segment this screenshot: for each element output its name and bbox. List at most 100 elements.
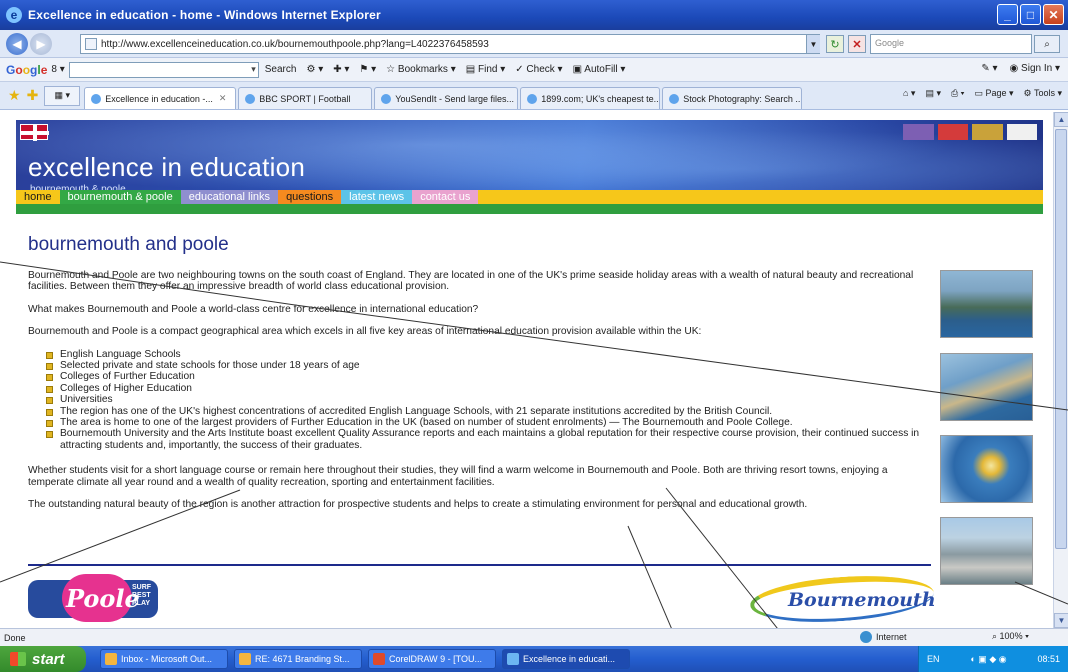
find-button[interactable]: ▤ Find ▾: [466, 64, 506, 75]
tab-favicon: [669, 93, 680, 104]
main-content: Bournemouth and Poole are two neighbouri…: [28, 270, 928, 522]
search-input[interactable]: Google: [870, 34, 1032, 54]
minimize-button[interactable]: _: [997, 4, 1018, 25]
list-item: English Language Schools: [46, 349, 928, 360]
quick-tabs-button[interactable]: ▦ ▾: [44, 85, 81, 106]
windows-logo-icon: [10, 652, 26, 666]
google-toolbar: Google 8 ▾ Search ⚙ ▾ ✚ ▾ ⚑ ▾ ☆ Bookmark…: [0, 58, 1068, 82]
site-nav: home bournemouth & poole educational lin…: [16, 190, 1043, 204]
vertical-scrollbar[interactable]: ▲ ▼: [1053, 112, 1068, 628]
areas-paragraph: Bournemouth and Poole is a compact geogr…: [28, 326, 702, 338]
tab-1899[interactable]: 1899.com; UK's cheapest te...: [520, 87, 661, 109]
add-favorites-icon[interactable]: ✚: [27, 87, 39, 104]
nav-bournemouth-poole[interactable]: bournemouth & poole: [59, 190, 181, 204]
autofill-button[interactable]: ▣ AutoFill ▾: [573, 64, 626, 75]
task-outlook[interactable]: Inbox - Microsoft Out...: [100, 649, 228, 669]
list-item: Colleges of Further Education: [46, 371, 928, 382]
task-coreldraw[interactable]: CorelDRAW 9 - [TOU...: [368, 649, 496, 669]
bournemouth-logo[interactable]: Bournemouth: [748, 570, 936, 628]
security-zone[interactable]: Internet: [860, 631, 907, 643]
home-icon[interactable]: ⌂ ▾: [903, 88, 915, 99]
close-button[interactable]: ✕: [1043, 4, 1064, 25]
tray-icons[interactable]: ◐ ▣ ◆ ◉: [970, 654, 1006, 665]
korea-flag-icon[interactable]: [1006, 124, 1037, 140]
pagerank-icon[interactable]: ⚙ ▾: [306, 64, 323, 75]
stop-button[interactable]: ✕: [848, 35, 866, 53]
tab-excellence[interactable]: Excellence in education -... ✕: [84, 87, 237, 109]
nav-educational-links[interactable]: educational links: [180, 190, 279, 204]
nav-contact-us[interactable]: contact us: [412, 190, 479, 204]
page-menu[interactable]: ▭ Page ▾: [974, 88, 1013, 99]
flag-icon[interactable]: [972, 124, 1003, 140]
email-icon: [239, 653, 251, 665]
news-icon[interactable]: ⚑ ▾: [359, 64, 376, 75]
language-indicator[interactable]: EN: [927, 654, 940, 664]
tab-bbc-sport[interactable]: BBC SPORT | Football: [238, 87, 373, 109]
nav-questions[interactable]: questions: [278, 190, 342, 204]
nav-underline-bar: [16, 204, 1043, 214]
sign-in-button[interactable]: ◉ Sign In ▾: [1010, 63, 1060, 74]
page-heading: bournemouth and poole: [28, 234, 229, 255]
bookmarks-button[interactable]: ☆ Bookmarks ▾: [386, 64, 456, 75]
task-internet-explorer[interactable]: Excellence in educati...: [502, 649, 630, 669]
window-controls: _ □ ✕: [997, 4, 1064, 25]
coreldraw-icon: [373, 653, 385, 665]
popup-blocker-icon[interactable]: ✚ ▾: [333, 64, 349, 75]
feeds-icon[interactable]: ▤ ▾: [925, 88, 941, 99]
forward-button[interactable]: ▶: [30, 32, 52, 55]
search-icon[interactable]: ⌕: [1034, 35, 1060, 53]
flag-icon[interactable]: [903, 124, 934, 140]
maximize-button[interactable]: □: [1020, 4, 1041, 25]
tab-yousendit[interactable]: YouSendIt - Send large files...: [374, 87, 519, 109]
title-bar: e Excellence in education - home - Windo…: [0, 0, 1068, 30]
settings-wrench-icon[interactable]: ✎ ▾: [981, 63, 997, 74]
bournemouth-logo-text: Bournemouth: [788, 589, 936, 611]
system-tray: EN ◐ ▣ ◆ ◉ 08:51: [918, 646, 1068, 672]
tab-row: ★ ✚ ▦ ▾ Excellence in education -... ✕ B…: [0, 82, 1068, 110]
window-title: Excellence in education - home - Windows…: [28, 8, 381, 22]
coast-aerial-photo: [940, 270, 1033, 338]
poole-logo[interactable]: Poole SURF BEST PLAY: [28, 574, 162, 622]
ie-logo-icon: e: [6, 7, 22, 23]
nav-latest-news[interactable]: latest news: [341, 190, 413, 204]
flag-icon[interactable]: [937, 124, 968, 140]
google-search-field[interactable]: [68, 61, 259, 78]
tools-menu[interactable]: ⚙ Tools ▾: [1024, 88, 1062, 99]
question-paragraph: What makes Bournemouth and Poole a world…: [28, 303, 479, 315]
scroll-up-arrow-icon[interactable]: ▲: [1054, 112, 1068, 127]
address-bar[interactable]: http://www.excellenceineducation.co.uk/b…: [80, 34, 820, 54]
tab-close-icon[interactable]: ✕: [219, 93, 227, 104]
google-search-button[interactable]: Search: [265, 64, 297, 75]
url-text: http://www.excellenceineducation.co.uk/b…: [101, 38, 489, 50]
address-row: ◀ ▶ http://www.excellenceineducation.co.…: [0, 30, 1068, 58]
back-button[interactable]: ◀: [6, 32, 28, 55]
scroll-down-arrow-icon[interactable]: ▼: [1054, 613, 1068, 628]
scrollbar-thumb[interactable]: [1055, 129, 1067, 549]
globe-icon: [860, 631, 872, 643]
start-button[interactable]: start: [0, 646, 86, 672]
refresh-button[interactable]: ↻: [826, 35, 844, 53]
outlook-icon: [105, 653, 117, 665]
task-branding-email[interactable]: RE: 4671 Branding St...: [234, 649, 362, 669]
list-item: The region has one of the UK's highest c…: [46, 406, 928, 417]
poole-logo-tagline: SURF BEST PLAY: [132, 584, 152, 607]
favorites-star-icon[interactable]: ★: [8, 87, 21, 104]
check-button[interactable]: ✓ Check ▾: [515, 64, 562, 75]
taskbar: start Inbox - Microsoft Out... RE: 4671 …: [0, 646, 1068, 672]
nav-home[interactable]: home: [16, 190, 60, 204]
status-bar: Done Internet ⌕ 100% ▾: [0, 628, 1068, 646]
welcome-paragraph: Whether students visit for a short langu…: [28, 465, 888, 488]
uk-flag-icon[interactable]: [20, 124, 49, 141]
tab-stock-photography[interactable]: Stock Photography: Search ...: [662, 87, 803, 109]
ie-icon: [507, 653, 519, 665]
google-g-icon[interactable]: 8 ▾: [51, 64, 64, 75]
zoom-level[interactable]: ⌕ 100% ▾: [992, 631, 1029, 642]
list-item: Selected private and state schools for t…: [46, 360, 928, 371]
tab-favicon: [245, 93, 256, 104]
google-toolbar-right: ✎ ▾ ◉ Sign In ▾: [981, 63, 1060, 74]
print-icon[interactable]: ⎙ ▾: [951, 88, 964, 99]
address-dropdown-button[interactable]: ▼: [806, 35, 820, 53]
status-text: Done: [4, 632, 26, 643]
footer-divider: [28, 564, 931, 566]
intro-paragraph: Bournemouth and Poole are two neighbouri…: [28, 270, 914, 293]
